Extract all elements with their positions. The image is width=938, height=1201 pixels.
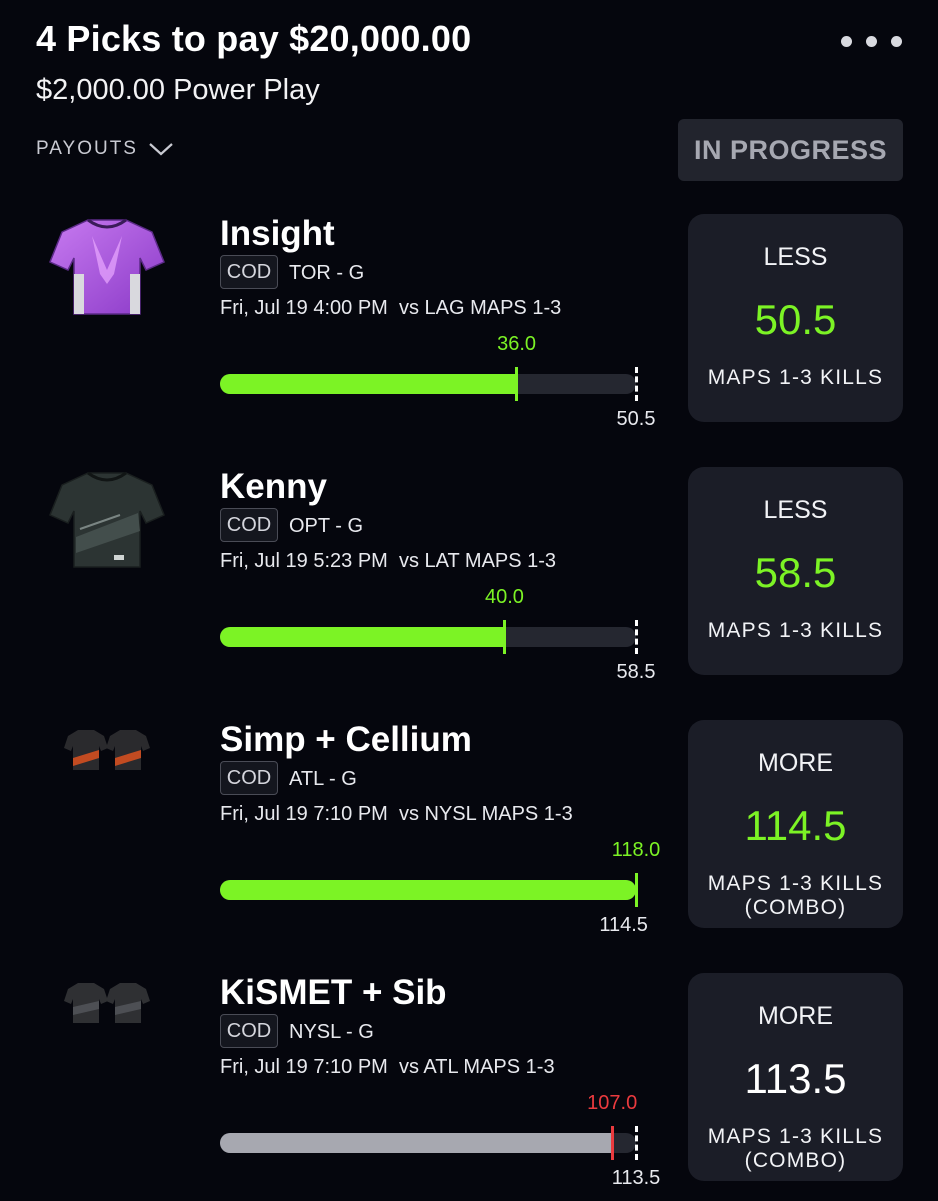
player-name: Simp + Cellium — [220, 720, 472, 759]
stat-type: MAPS 1-3 KILLS (COMBO) — [707, 1125, 884, 1172]
team-position: ATL - G — [289, 768, 357, 790]
team-position: OPT - G — [289, 515, 364, 537]
projection-card[interactable]: MORE 113.5 MAPS 1-3 KILLS (COMBO) — [688, 973, 903, 1181]
player-name: Insight — [220, 214, 335, 253]
pick-row: Insight COD TOR - G Fri, Jul 19 4:00 PM … — [0, 214, 938, 442]
progress-fill — [220, 374, 517, 394]
pick-direction: LESS — [763, 243, 828, 271]
current-marker — [515, 367, 519, 401]
stat-type: MAPS 1-3 KILLS — [707, 619, 884, 642]
stat-type: MAPS 1-3 KILLS — [707, 366, 884, 389]
player-name: KiSMET + Sib — [220, 973, 447, 1012]
progress-fill — [220, 880, 636, 900]
progress-fill — [220, 1133, 613, 1153]
pick-row: Simp + Cellium COD ATL - G Fri, Jul 19 7… — [0, 720, 938, 948]
purple-jersey-icon — [49, 218, 165, 315]
target-line — [634, 1126, 638, 1160]
projection-line: 113.5 — [744, 1055, 847, 1102]
lineup-subtitle: $2,000.00 Power Play — [36, 74, 320, 106]
target-value: 58.5 — [616, 661, 656, 683]
current-marker — [634, 873, 638, 907]
current-marker — [502, 620, 506, 654]
status-badge: IN PROGRESS — [678, 119, 903, 181]
pick-direction: LESS — [763, 496, 828, 524]
two-jerseys-icon — [64, 730, 150, 770]
progress-bar — [220, 1126, 638, 1160]
team-position: NYSL - G — [289, 1021, 374, 1043]
target-value: 50.5 — [616, 408, 656, 430]
stat-type: MAPS 1-3 KILLS (COMBO) — [707, 872, 884, 919]
stat-qualifier: (COMBO) — [744, 1149, 847, 1172]
progress-bar — [220, 367, 638, 401]
pick-direction: MORE — [758, 749, 833, 777]
league-badge: COD — [220, 255, 278, 289]
chevron-down-icon — [149, 143, 173, 156]
league-badge: COD — [220, 508, 278, 542]
stat-qualifier: (COMBO) — [744, 896, 847, 919]
projection-line: 50.5 — [754, 296, 837, 343]
current-value: 118.0 — [611, 839, 661, 861]
progress-fill — [220, 627, 505, 647]
payouts-toggle[interactable]: PAYOUTS — [36, 138, 174, 160]
target-line — [634, 367, 638, 401]
dark-jersey-icon — [49, 471, 165, 568]
current-value: 107.0 — [587, 1092, 638, 1114]
pick-row: Kenny COD OPT - G Fri, Jul 19 5:23 PM vs… — [0, 467, 938, 695]
current-value: 36.0 — [497, 333, 537, 355]
league-badge: COD — [220, 1014, 278, 1048]
target-value: 114.5 — [599, 914, 648, 936]
progress-bar — [220, 873, 638, 907]
payouts-label: PAYOUTS — [36, 138, 138, 159]
team-position: TOR - G — [289, 262, 365, 284]
game-time: Fri, Jul 19 5:23 PM vs LAT MAPS 1-3 — [220, 550, 557, 572]
two-jerseys-icon — [64, 983, 150, 1023]
target-value: 113.5 — [611, 1167, 661, 1189]
projection-line: 114.5 — [744, 802, 847, 849]
projection-line: 58.5 — [754, 549, 837, 596]
pick-direction: MORE — [758, 1002, 833, 1030]
player-name: Kenny — [220, 467, 327, 506]
current-marker — [610, 1126, 614, 1160]
league-badge: COD — [220, 761, 278, 795]
target-line — [634, 620, 638, 654]
projection-card[interactable]: MORE 114.5 MAPS 1-3 KILLS (COMBO) — [688, 720, 903, 928]
game-time: Fri, Jul 19 7:10 PM vs NYSL MAPS 1-3 — [220, 803, 573, 825]
projection-card[interactable]: LESS 50.5 MAPS 1-3 KILLS — [688, 214, 903, 422]
game-time: Fri, Jul 19 7:10 PM vs ATL MAPS 1-3 — [220, 1056, 555, 1078]
more-options-icon[interactable] — [841, 36, 902, 47]
progress-bar — [220, 620, 638, 654]
pick-row: KiSMET + Sib COD NYSL - G Fri, Jul 19 7:… — [0, 973, 938, 1201]
game-time: Fri, Jul 19 4:00 PM vs LAG MAPS 1-3 — [220, 297, 562, 319]
lineup-title: 4 Picks to pay $20,000.00 — [36, 18, 472, 59]
current-value: 40.0 — [484, 586, 524, 608]
projection-card[interactable]: LESS 58.5 MAPS 1-3 KILLS — [688, 467, 903, 675]
